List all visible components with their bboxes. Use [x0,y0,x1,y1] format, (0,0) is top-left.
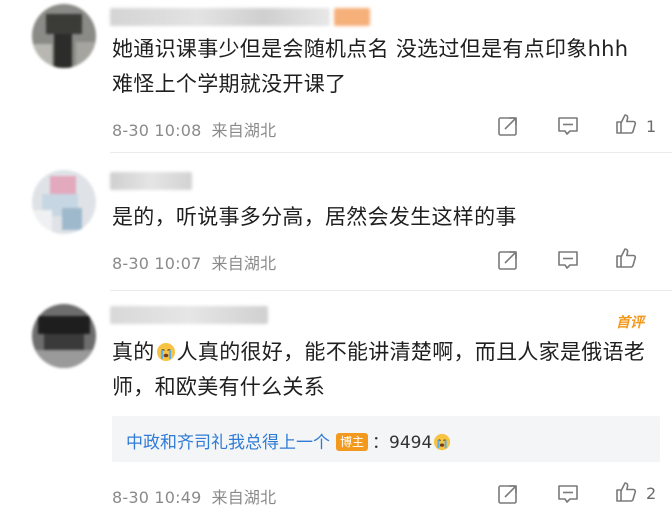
crying-face-emoji [434,433,451,451]
username-obscured [110,8,330,26]
comment-text: 是的，听说事多分高，居然会发生这样的事 [112,205,517,229]
comment-item: 首评 真的 人真的很好，能不能讲清楚啊，而且人家是俄语老师，和欧美有什么关系 中… [0,290,672,518]
like-button[interactable] [614,246,638,270]
comment-date: 8-30 10:08 [112,121,202,140]
forward-button[interactable] [496,114,520,138]
forward-icon [498,117,517,136]
forward-button[interactable] [496,248,520,272]
comment-text-part: 真的 [112,340,155,364]
forward-icon [498,485,517,504]
comment-meta: 8-30 10:07 来自湖北 [112,250,286,274]
username-obscured [110,306,268,324]
comment-button[interactable] [556,482,580,506]
thumbs-up-icon [616,114,637,134]
like-count: 2 [646,484,657,503]
comment-meta: 8-30 10:08 来自湖北 [112,117,286,141]
comment-item: 她通识课事少但是会随机点名 没选过但是有点印象hhh 难怪上个学期就没开课了 8… [0,0,672,152]
reply-author-link[interactable]: 中政和齐司礼我总得上一个 [126,433,330,453]
comment-text: 她通识课事少但是会随机点名 没选过但是有点印象hhh 难怪上个学期就没开课了 [112,37,629,96]
like-button[interactable] [614,480,638,504]
like-button[interactable] [614,112,638,136]
thumbs-up-icon [616,482,637,502]
first-comment-badge: 首评 [616,315,644,331]
comment-date: 8-30 10:07 [112,254,202,273]
username-obscured [110,172,192,190]
comment-location: 来自湖北 [211,488,277,507]
avatar[interactable] [32,170,96,234]
comment-icon [558,251,578,269]
comment-text-part: 人真的很好，能不能讲清楚啊，而且人家是俄语老师，和欧美有什么关系 [112,340,646,399]
comment-button[interactable] [556,114,580,138]
comment-icon [558,485,578,503]
comment-item: 是的，听说事多分高，居然会发生这样的事 8-30 10:07 来自湖北 [0,152,672,290]
user-badge-obscured [334,8,370,26]
avatar[interactable] [32,304,96,368]
comment-icon [558,117,578,135]
avatar[interactable] [32,4,96,68]
comment-button[interactable] [556,248,580,272]
forward-icon [498,251,517,270]
like-count: 1 [646,117,657,136]
reply-text: ：9494 [372,433,433,453]
thumbs-up-icon [616,248,637,268]
crying-face-emoji [156,343,175,361]
reply-preview[interactable]: 中政和齐司礼我总得上一个 博主 ：9494 [112,416,660,462]
forward-button[interactable] [496,482,520,506]
author-tag: 博主 [336,433,369,451]
comment-text: 真的 人真的很好，能不能讲清楚啊，而且人家是俄语老师，和欧美有什么关系 [112,335,657,405]
comment-location: 来自湖北 [211,254,277,273]
comment-location: 来自湖北 [211,121,277,140]
reply-line: 中政和齐司礼我总得上一个 博主 ：9494 [126,428,452,453]
comment-date: 8-30 10:49 [112,488,202,507]
comment-meta: 8-30 10:49 来自湖北 [112,484,286,508]
